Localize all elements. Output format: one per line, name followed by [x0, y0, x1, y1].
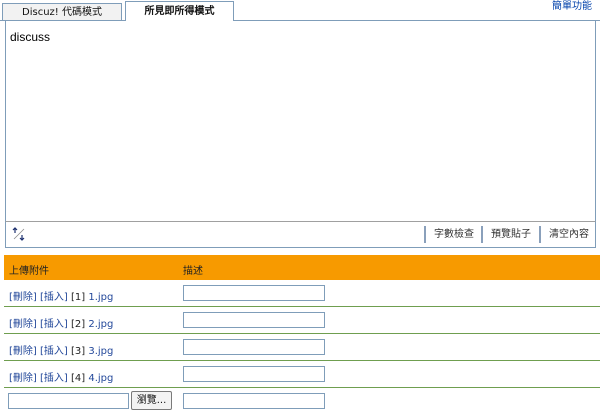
editor-area[interactable]: discuss [5, 21, 596, 222]
attachment-actions: [刪除] [插入] [1] 1.jpg [9, 288, 113, 303]
attachment-row: [刪除] [插入] [3] 3.jpg [4, 334, 600, 361]
insert-link[interactable]: [插入] [40, 346, 68, 357]
tab-wysiwyg-mode[interactable]: 所見即所得模式 [125, 1, 234, 21]
resize-icon[interactable] [12, 227, 26, 241]
attachment-index: [3] [71, 346, 86, 357]
editor-toolbar: 字數檢查 預覽貼子 清空內容 [5, 222, 596, 248]
mode-tabbar: Discuz! 代碼模式 所見即所得模式 簡單功能 [0, 0, 600, 21]
header-description-label: 描述 [183, 266, 203, 277]
editor-content[interactable]: discuss [10, 30, 50, 44]
attachment-index: [1] [71, 292, 86, 303]
insert-link[interactable]: [插入] [40, 292, 68, 303]
description-input[interactable] [183, 339, 325, 355]
upload-description-input[interactable] [183, 393, 325, 409]
simple-mode-link[interactable]: 簡單功能 [552, 0, 592, 12]
tab-discuz-code-mode[interactable]: Discuz! 代碼模式 [2, 3, 122, 20]
upload-row: 瀏覽... [4, 388, 600, 414]
description-input[interactable] [183, 285, 325, 301]
attachments-table: 上傳附件 描述 [刪除] [插入] [1] 1.jpg [刪除] [插入] [2… [0, 255, 600, 416]
delete-link[interactable]: [刪除] [9, 292, 37, 303]
attachment-actions: [刪除] [插入] [3] 3.jpg [9, 342, 113, 357]
clear-content-button[interactable]: 清空內容 [539, 226, 589, 243]
attachment-index: [4] [71, 373, 86, 384]
description-input[interactable] [183, 366, 325, 382]
attachment-row: [刪除] [插入] [2] 2.jpg [4, 307, 600, 334]
attachment-actions: [刪除] [插入] [2] 2.jpg [9, 315, 113, 330]
attachment-filename[interactable]: 2.jpg [88, 319, 113, 330]
attachment-index: [2] [71, 319, 86, 330]
delete-link[interactable]: [刪除] [9, 319, 37, 330]
browse-button[interactable]: 瀏覽... [131, 391, 172, 410]
insert-link[interactable]: [插入] [40, 319, 68, 330]
attachment-filename[interactable]: 4.jpg [88, 373, 113, 384]
delete-link[interactable]: [刪除] [9, 373, 37, 384]
header-upload-label: 上傳附件 [9, 266, 49, 277]
attachment-actions: [刪除] [插入] [4] 4.jpg [9, 369, 113, 384]
attachment-filename[interactable]: 3.jpg [88, 346, 113, 357]
delete-link[interactable]: [刪除] [9, 346, 37, 357]
word-count-button[interactable]: 字數檢查 [424, 226, 474, 243]
file-path-input[interactable] [8, 393, 129, 409]
preview-post-button[interactable]: 預覽貼子 [481, 226, 531, 243]
insert-link[interactable]: [插入] [40, 373, 68, 384]
attachment-row: [刪除] [插入] [1] 1.jpg [4, 280, 600, 307]
attachment-filename[interactable]: 1.jpg [88, 292, 113, 303]
description-input[interactable] [183, 312, 325, 328]
attachment-row: [刪除] [插入] [4] 4.jpg [4, 361, 600, 388]
attachments-header: 上傳附件 描述 [4, 255, 600, 280]
